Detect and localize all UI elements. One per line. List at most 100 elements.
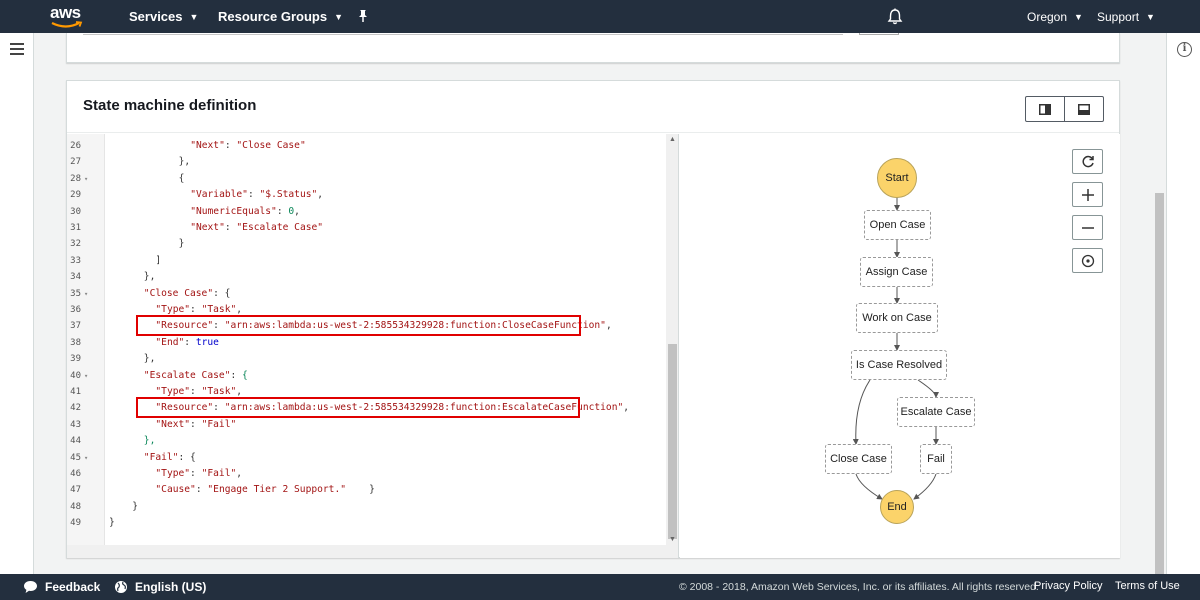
code-token: : xyxy=(190,468,202,479)
split-view-button[interactable] xyxy=(1026,97,1065,121)
terms-of-use-link[interactable]: Terms of Use xyxy=(1115,580,1180,592)
code-token: "Type" xyxy=(155,304,191,315)
code-token: } xyxy=(132,500,138,512)
top-nav: aws Services ▼ Resource Groups ▼ Oregon ▼ S… xyxy=(0,0,1200,33)
code-text: "End": true xyxy=(155,335,219,351)
code-token: "Next" xyxy=(190,222,225,233)
code-token: }, xyxy=(143,353,156,365)
code-token: "Fail" xyxy=(143,451,179,463)
line-number: 37 xyxy=(70,321,81,332)
code-token: , xyxy=(317,189,324,201)
graph-zoom-in-button[interactable] xyxy=(1072,182,1103,207)
code-token: , xyxy=(236,386,243,397)
right-rail: i xyxy=(1166,33,1200,574)
code-token: "NumericEquals" xyxy=(190,205,277,217)
code-text: } xyxy=(132,499,138,515)
page-scrollbar[interactable] xyxy=(1153,33,1166,593)
code-text: "Next": "Close Case" xyxy=(190,138,306,154)
code-text: "Variable": "$.Status", xyxy=(190,187,323,203)
code-text: } xyxy=(179,236,185,252)
chevron-down-icon: ▼ xyxy=(1074,12,1083,22)
split-view-icon xyxy=(1039,103,1051,115)
graph-node-fail[interactable]: Fail xyxy=(920,444,952,474)
graph-end-node[interactable]: End xyxy=(880,490,914,524)
code-token: }, xyxy=(178,156,191,168)
bottom-panel-view-button[interactable] xyxy=(1065,97,1103,121)
line-number: 38 xyxy=(70,337,81,348)
line-number: 26 xyxy=(70,141,81,151)
code-token: } xyxy=(109,517,115,529)
code-text: "Close Case": { xyxy=(144,286,231,302)
region-menu[interactable]: Oregon ▼ xyxy=(1027,10,1083,24)
chevron-down-icon: ▼ xyxy=(1146,12,1155,22)
graph-node-escalate-case[interactable]: Escalate Case xyxy=(897,397,975,427)
section-button[interactable] xyxy=(859,33,899,35)
graph-node-open-case[interactable]: Open Case xyxy=(864,210,931,240)
graph-node-assign-case[interactable]: Assign Case xyxy=(860,257,933,287)
graph-zoom-out-button[interactable] xyxy=(1072,215,1103,240)
page-scrollbar-thumb[interactable] xyxy=(1155,193,1164,593)
graph-node-is-case-resolved[interactable]: Is Case Resolved xyxy=(851,350,947,380)
feedback-link[interactable]: Feedback xyxy=(45,580,100,594)
line-number: 30 xyxy=(70,206,81,217)
line-number: 43 xyxy=(70,419,81,430)
previous-section-card xyxy=(66,33,1120,63)
fold-toggle-icon[interactable]: ▾ xyxy=(84,368,88,384)
code-text: ] xyxy=(155,253,161,269)
code-token: : xyxy=(184,336,196,348)
chevron-down-icon: ▼ xyxy=(334,12,344,22)
line-number: 32 xyxy=(70,239,81,250)
state-machine-graph: Start Open Case Assign Case Work on Case… xyxy=(680,134,1120,558)
code-token: } xyxy=(346,484,375,496)
graph-center-button[interactable] xyxy=(1072,248,1103,273)
code-text: "Escalate Case": { xyxy=(144,368,248,384)
scroll-down-arrow-icon[interactable]: ▼ xyxy=(669,536,676,543)
fold-toggle-icon[interactable]: ▾ xyxy=(84,286,88,302)
name-input[interactable] xyxy=(83,33,843,35)
resource-groups-menu[interactable]: Resource Groups ▼ xyxy=(218,9,343,24)
aws-logo[interactable]: aws xyxy=(50,3,90,30)
code-token: { xyxy=(178,172,185,184)
code-token: "Type" xyxy=(155,468,191,479)
line-number: 46 xyxy=(70,469,81,479)
graph-reset-button[interactable] xyxy=(1072,149,1103,174)
graph-start-node[interactable]: Start xyxy=(877,158,917,198)
pin-icon[interactable] xyxy=(357,9,369,23)
scroll-up-arrow-icon[interactable]: ▲ xyxy=(669,136,676,143)
language-selector[interactable]: English (US) xyxy=(135,580,206,594)
code-text: }, xyxy=(144,351,156,367)
bottom-panel-icon xyxy=(1078,103,1090,115)
code-token: "Next" xyxy=(190,140,225,151)
code-text: "Next": "Fail" xyxy=(155,417,236,433)
graph-node-close-case[interactable]: Close Case xyxy=(825,444,892,474)
code-token: { xyxy=(242,369,248,381)
code-token: , xyxy=(605,320,612,332)
support-menu[interactable]: Support ▼ xyxy=(1097,10,1155,24)
code-token: "End" xyxy=(155,336,185,348)
code-text: }, xyxy=(144,269,156,285)
line-number: 31 xyxy=(70,223,81,233)
info-icon[interactable]: i xyxy=(1177,42,1192,57)
chevron-down-icon: ▼ xyxy=(189,12,199,22)
code-editor[interactable]: 26 "Next": "Close Case" 27}, 28 ▾{29 "Variabl… xyxy=(67,134,679,558)
privacy-policy-link[interactable]: Privacy Policy xyxy=(1034,580,1102,592)
code-token: , xyxy=(236,304,243,315)
editor-horizontal-scrollbar[interactable] xyxy=(67,545,678,558)
code-token: : xyxy=(247,189,260,201)
code-text: "NumericEquals": 0, xyxy=(190,204,300,220)
fold-toggle-icon[interactable]: ▾ xyxy=(84,450,88,466)
editor-vertical-scrollbar-thumb[interactable] xyxy=(668,344,677,539)
code-token: : { xyxy=(178,451,196,463)
bell-icon[interactable] xyxy=(887,8,903,25)
hamburger-menu-icon[interactable] xyxy=(10,43,24,58)
editor-vertical-scrollbar[interactable]: ▲ ▼ xyxy=(666,134,678,558)
code-token: } xyxy=(178,238,185,250)
graph-node-work-on-case[interactable]: Work on Case xyxy=(856,303,938,333)
fold-toggle-icon[interactable]: ▾ xyxy=(84,171,88,187)
code-token: "Task" xyxy=(201,304,237,315)
minus-icon xyxy=(1081,226,1094,229)
code-token: : xyxy=(276,205,289,217)
plus-icon xyxy=(1081,188,1094,201)
code-text: "Cause": "Engage Tier 2 Support." } xyxy=(155,482,375,498)
services-menu[interactable]: Services ▼ xyxy=(129,9,198,24)
